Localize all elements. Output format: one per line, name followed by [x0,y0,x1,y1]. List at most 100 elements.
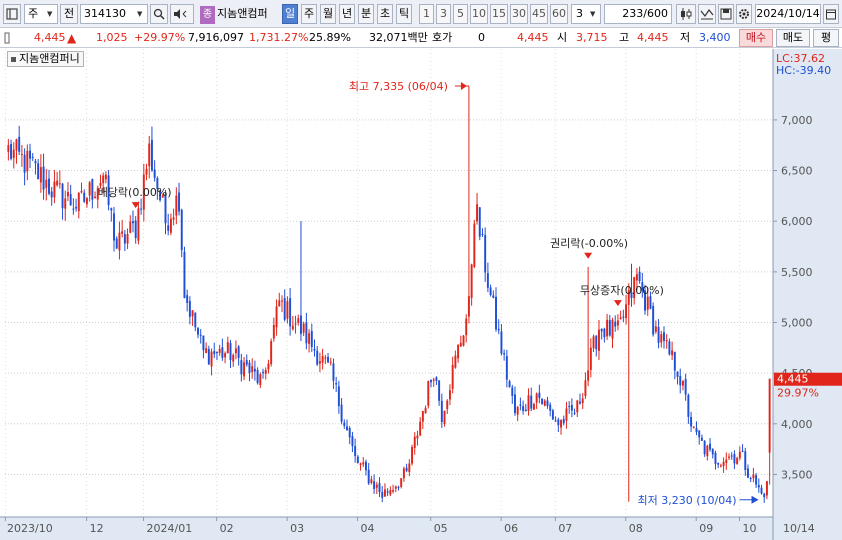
candle-body [359,463,362,465]
chart-window-icon[interactable] [3,4,21,24]
candle-body [197,328,199,335]
calendar-icon[interactable] [823,4,839,24]
period-button-2[interactable]: 월 [320,4,336,24]
candle-body [568,406,571,408]
interval-button-2[interactable]: 5 [453,4,468,24]
candle-body [725,459,728,463]
candle-body [473,223,476,267]
candle-body [354,445,357,457]
interval-button-4[interactable]: 15 [490,4,508,24]
x-tick-label: 02 [220,522,234,535]
candle-body [478,207,481,237]
candle-body [435,377,438,381]
candle-body [221,347,224,358]
candle-body [375,484,378,488]
candle-body [337,386,340,406]
candle-body [129,221,132,233]
candle-body [652,306,655,335]
candlestick-chart-svg[interactable]: 3,5004,0004,5005,0005,5006,0006,5007,000… [0,49,842,540]
chart-legend[interactable]: 지놈앤컴퍼니 [7,51,84,67]
period-button-6[interactable]: 틱 [396,4,412,24]
candle-body [150,139,153,171]
candle-body [405,467,408,471]
gear-icon[interactable] [736,4,752,24]
candle-body [115,238,118,249]
candle-body [481,233,484,235]
candle-body [113,213,115,241]
candle-body [110,208,113,211]
stock-code-input[interactable]: 314130 ▼ [80,4,148,24]
current-pct-label: 29.97% [777,387,819,400]
candle-body [362,462,365,465]
candle-body [486,273,489,288]
candle-body [85,198,88,205]
candle-body [419,421,422,436]
buy-button[interactable]: 매수 [739,29,773,47]
interval-button-3[interactable]: 10 [470,4,488,24]
candle-body [23,154,26,173]
candle-body [56,180,59,186]
candle-body [7,145,10,152]
count-display[interactable]: 233/600 [604,4,672,24]
price-chart[interactable]: 3,5004,0004,5005,0005,5006,0006,5007,000… [0,49,842,540]
candle-body [394,486,397,489]
candle-body [26,150,29,172]
candle-body [262,372,264,374]
prev-button[interactable]: 전 [60,4,78,24]
candle-body [240,360,243,375]
candle-body [327,356,330,363]
candle-body [622,316,625,318]
period-button-0[interactable]: 일 [282,4,298,24]
interval-button-7[interactable]: 60 [550,4,568,24]
interval-button-0[interactable]: 1 [419,4,434,24]
candle-body [451,364,454,389]
save-icon[interactable] [718,4,734,24]
x-axis-panel [0,517,773,540]
price-info-bar: 4,445 ▲ 1,025 +29.97% 7,916,097 1,731.27… [0,28,842,48]
candle-body [741,450,744,452]
candle-body [657,326,660,343]
candle-body [191,310,194,317]
trendline-icon[interactable] [698,4,716,24]
candle-settings-icon[interactable] [676,4,696,24]
candle-body [700,437,703,441]
sound-icon[interactable] [170,4,194,24]
y-tick-label: 4,000 [781,418,813,431]
candle-body [310,330,313,347]
interval-select[interactable]: 3 ▼ [571,4,601,24]
min-annotation: 최저 3,230 (10/04) [638,494,737,507]
candle-body [416,435,419,439]
candle-body [495,296,497,330]
hc-label: HC:-39.40 [776,64,831,77]
candle-body [218,349,221,353]
market-select[interactable]: 주 ▼ [24,4,58,24]
interval-button-1[interactable]: 3 [436,4,451,24]
candle-body [603,328,606,338]
x-tick-label: 05 [434,522,448,535]
period-button-5[interactable]: 초 [377,4,393,24]
candle-body [102,175,105,184]
candle-body [343,422,346,427]
candle-body [625,304,628,319]
period-button-4[interactable]: 분 [358,4,374,24]
candle-body [551,410,554,420]
stock-name-label[interactable]: 종 지놈앤컴퍼 [198,5,280,24]
candle-body [619,317,622,320]
eval-button[interactable]: 평 [813,29,839,47]
period-button-1[interactable]: 주 [301,4,317,24]
candle-body [329,361,332,363]
candle-body [302,323,305,333]
candle-body [188,301,191,317]
date-input[interactable]: 2024/10/14 [755,4,821,24]
period-button-3[interactable]: 년 [339,4,355,24]
interval-button-5[interactable]: 30 [510,4,528,24]
candle-body [34,161,37,164]
interval-button-6[interactable]: 45 [530,4,548,24]
sell-button[interactable]: 매도 [776,29,810,47]
candle-body [402,468,405,479]
candle-body [573,412,576,414]
candle-body [587,370,590,381]
search-icon[interactable] [150,4,168,24]
candle-body [137,208,140,241]
candle-body [308,333,311,344]
